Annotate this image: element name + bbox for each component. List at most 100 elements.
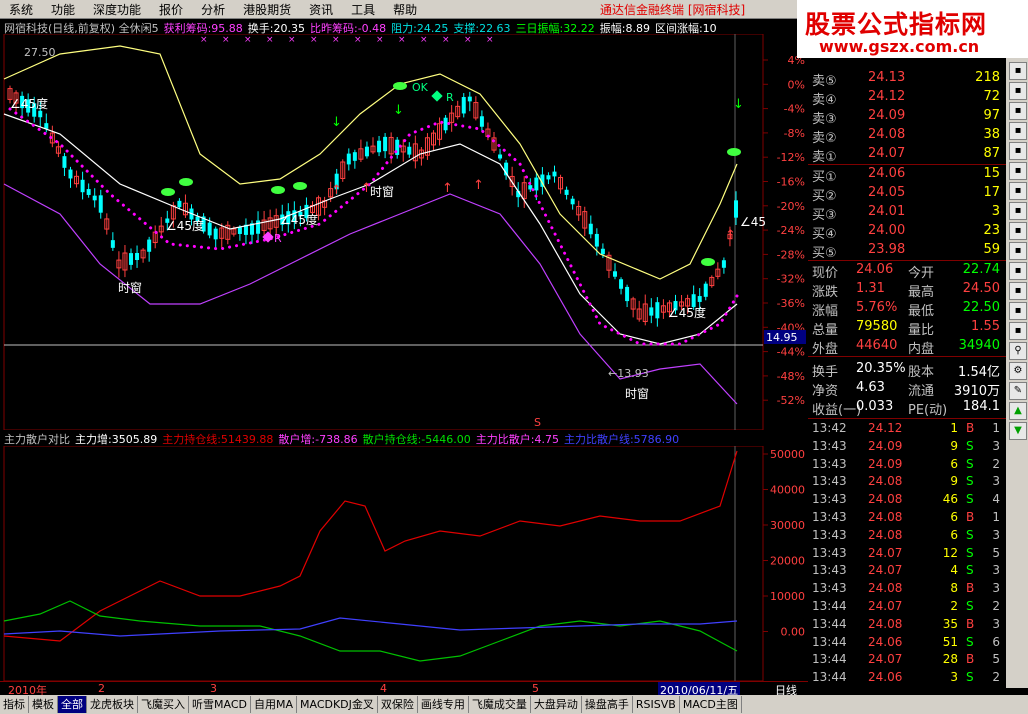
divider xyxy=(808,418,1006,419)
top-price-label: 27.50 xyxy=(24,46,56,59)
tab-12[interactable]: 操盘高手 xyxy=(582,696,633,713)
bars-icon[interactable]: ▪ xyxy=(1009,222,1027,240)
tick-price: 24.08 xyxy=(868,492,903,507)
tick-row[interactable]: 13:43 24.09 9 S 3 xyxy=(808,438,1006,456)
link-icon[interactable]: ▪ xyxy=(1009,202,1027,220)
bid-row[interactable]: 买② 24.05 17 xyxy=(808,184,1006,204)
indicator-chart[interactable]: 50000 40000 30000 20000 10000 0.00 xyxy=(0,446,808,681)
tick-row[interactable]: 13:43 24.07 4 S 3 xyxy=(808,562,1006,580)
pie-icon[interactable]: ▪ xyxy=(1009,242,1027,260)
quote-row[interactable]: 外盘 44640 内盘 34940 xyxy=(808,337,1006,357)
zoom-icon[interactable]: ⚲ xyxy=(1009,342,1027,360)
bid-row[interactable]: 买④ 24.00 23 xyxy=(808,222,1006,242)
tab-4[interactable]: 飞魔买入 xyxy=(138,696,189,713)
tick-row[interactable]: 13:44 24.07 2 S 2 xyxy=(808,598,1006,616)
tab-3[interactable]: 龙虎板块 xyxy=(87,696,138,713)
tab-14[interactable]: MACD主图 xyxy=(680,696,742,713)
tick-count: 3 xyxy=(992,616,1000,631)
tick-volume: 12 xyxy=(942,545,958,560)
buy-signal-icon xyxy=(701,258,715,266)
quote-row[interactable]: 换手 20.35% 股本 1.54亿 xyxy=(808,360,1006,380)
tab-6[interactable]: 自用MA xyxy=(251,696,297,713)
up-arrow-icon[interactable]: ▲ xyxy=(1009,402,1027,420)
main-position-line xyxy=(3,450,738,642)
tick-side: S xyxy=(966,438,974,453)
quote-row[interactable]: 收益(一) 0.033 PE(动) 184.1 xyxy=(808,398,1006,418)
axis-label: -28% xyxy=(777,248,805,261)
axis-label: -36% xyxy=(777,297,805,310)
tick-row[interactable]: 13:44 24.06 3 S 2 xyxy=(808,669,1006,687)
tab-13[interactable]: RSISVB xyxy=(633,696,680,713)
tab-0[interactable]: 指标 xyxy=(0,696,29,713)
menu-item-help[interactable]: 帮助 xyxy=(384,1,426,18)
tab-5[interactable]: 听雪MACD xyxy=(189,696,251,713)
tab-7[interactable]: MACDKDJ金叉 xyxy=(297,696,378,713)
top-mark: × xyxy=(354,35,362,45)
macd-icon[interactable]: ▪ xyxy=(1009,282,1027,300)
top-mark: × xyxy=(376,35,384,45)
quote-value: 44640 xyxy=(856,338,898,353)
tick-row[interactable]: 13:43 24.08 6 S 3 xyxy=(808,527,1006,545)
bid-row[interactable]: 买⑤ 23.98 59 xyxy=(808,241,1006,261)
candle-down xyxy=(80,179,85,193)
list-icon[interactable]: ▪ xyxy=(1009,142,1027,160)
menu-item-function[interactable]: 功能 xyxy=(42,1,84,18)
tick-row[interactable]: 13:44 24.07 28 B 5 xyxy=(808,651,1006,669)
tick-row[interactable]: 13:43 24.09 6 S 2 xyxy=(808,456,1006,474)
tab-9[interactable]: 画线专用 xyxy=(418,696,469,713)
ask-row[interactable]: 卖① 24.07 87 xyxy=(808,145,1006,165)
menu-item-advanced[interactable]: 深度功能 xyxy=(84,1,150,18)
doc-icon[interactable]: ▪ xyxy=(1009,82,1027,100)
up-arrow-icon: ↑ xyxy=(473,178,484,193)
menu-item-analysis[interactable]: 分析 xyxy=(192,1,234,18)
quote-row[interactable]: 总量 79580 量比 1.55 xyxy=(808,318,1006,338)
flag-icon[interactable]: ▪ xyxy=(1009,162,1027,180)
tab-8[interactable]: 双保险 xyxy=(378,696,418,713)
candle-down xyxy=(552,171,557,177)
table-icon[interactable]: ▪ xyxy=(1009,262,1027,280)
bid-row[interactable]: 买③ 24.01 3 xyxy=(808,203,1006,223)
line-icon[interactable]: ▪ xyxy=(1009,322,1027,340)
tick-row[interactable]: 13:44 24.06 51 S 6 xyxy=(808,634,1006,652)
tab-10[interactable]: 飞魔成交量 xyxy=(469,696,531,713)
menu-item-tools[interactable]: 工具 xyxy=(342,1,384,18)
ask-row[interactable]: 卖② 24.08 38 xyxy=(808,126,1006,146)
quote-value: 1.54亿 xyxy=(958,365,1000,380)
tick-row[interactable]: 13:44 24.08 35 B 3 xyxy=(808,616,1006,634)
bid-row[interactable]: 买① 24.06 15 xyxy=(808,165,1006,185)
user-icon[interactable]: ▪ xyxy=(1009,182,1027,200)
rsi-icon[interactable]: ▪ xyxy=(1009,302,1027,320)
ask-row[interactable]: 卖③ 24.09 97 xyxy=(808,107,1006,127)
tab-2[interactable]: 全部 xyxy=(58,696,87,713)
candle-down xyxy=(619,279,624,289)
tab-1[interactable]: 模板 xyxy=(29,696,58,713)
down-arrow-icon[interactable]: ▼ xyxy=(1009,422,1027,440)
quote-label: 收益(一) xyxy=(812,403,862,418)
quote-row[interactable]: 净资 4.63 流通 3910万 xyxy=(808,379,1006,399)
ask-row[interactable]: 卖④ 24.12 72 xyxy=(808,88,1006,108)
tick-row[interactable]: 13:42 24.12 1 B 1 xyxy=(808,420,1006,438)
quote-row[interactable]: 现价 24.06 今开 22.74 xyxy=(808,261,1006,281)
ask-row[interactable]: 卖⑤ 24.13 218 xyxy=(808,69,1006,89)
chart-icon[interactable]: ▪ xyxy=(1009,62,1027,80)
grid-icon[interactable]: ▪ xyxy=(1009,122,1027,140)
tick-row[interactable]: 13:43 24.08 8 B 3 xyxy=(808,580,1006,598)
menu-item-system[interactable]: 系统 xyxy=(0,1,42,18)
price-chart[interactable]: 4%0%-4%-8%-12%-16%-20%-24%-28%-32%-36%-4… xyxy=(0,34,808,430)
tick-row[interactable]: 13:43 24.08 9 S 3 xyxy=(808,473,1006,491)
tick-row[interactable]: 13:43 24.08 6 B 1 xyxy=(808,509,1006,527)
quote-row[interactable]: 涨幅 5.76% 最低 22.50 xyxy=(808,299,1006,319)
refresh-icon[interactable]: ▪ xyxy=(1009,102,1027,120)
tools-icon[interactable]: ⚙ xyxy=(1009,362,1027,380)
up-arrow-icon: ↑ xyxy=(331,183,342,198)
quote-row[interactable]: 涨跌 1.31 最高 24.50 xyxy=(808,280,1006,300)
menu-item-news[interactable]: 资讯 xyxy=(300,1,342,18)
tick-count: 1 xyxy=(992,510,1000,524)
pen-icon[interactable]: ✎ xyxy=(1009,382,1027,400)
tick-row[interactable]: 13:43 24.08 46 S 4 xyxy=(808,491,1006,509)
tick-row[interactable]: 13:43 24.07 12 S 5 xyxy=(808,545,1006,563)
menu-item-quote[interactable]: 报价 xyxy=(150,1,192,18)
candle-down xyxy=(147,239,152,252)
menu-item-hk-futures[interactable]: 港股期货 xyxy=(234,1,300,18)
tab-11[interactable]: 大盘异动 xyxy=(531,696,582,713)
